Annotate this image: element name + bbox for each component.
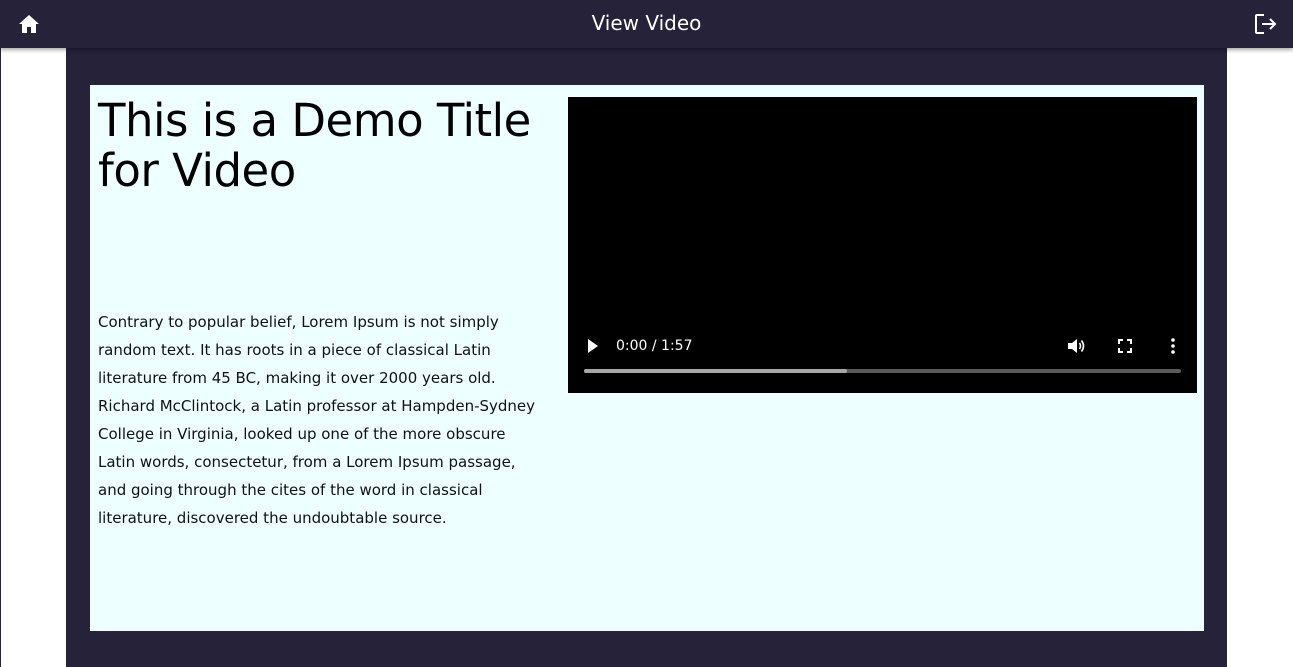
progress-bar[interactable]: [584, 369, 1181, 373]
more-options-button[interactable]: [1162, 335, 1184, 357]
fullscreen-icon: [1118, 339, 1132, 353]
volume-icon: [1068, 339, 1085, 353]
page-title: View Video: [591, 11, 702, 35]
logout-icon: [1255, 14, 1277, 34]
play-button[interactable]: [582, 335, 604, 357]
more-vert-icon: [1171, 338, 1175, 354]
video-description: Contrary to popular belief, Lorem Ipsum …: [98, 313, 536, 527]
app-bar: View Video: [0, 0, 1293, 48]
volume-button[interactable]: [1066, 335, 1088, 357]
fullscreen-button[interactable]: [1114, 335, 1136, 357]
video-player[interactable]: 0:00 / 1:57: [568, 97, 1197, 393]
logout-button[interactable]: [1251, 10, 1281, 38]
frame-edge: [0, 48, 1, 667]
play-icon: [588, 339, 598, 353]
video-title: This is a Demo Title for Video: [98, 94, 531, 197]
time-display: 0:00 / 1:57: [616, 338, 693, 354]
progress-buffered: [584, 369, 847, 373]
